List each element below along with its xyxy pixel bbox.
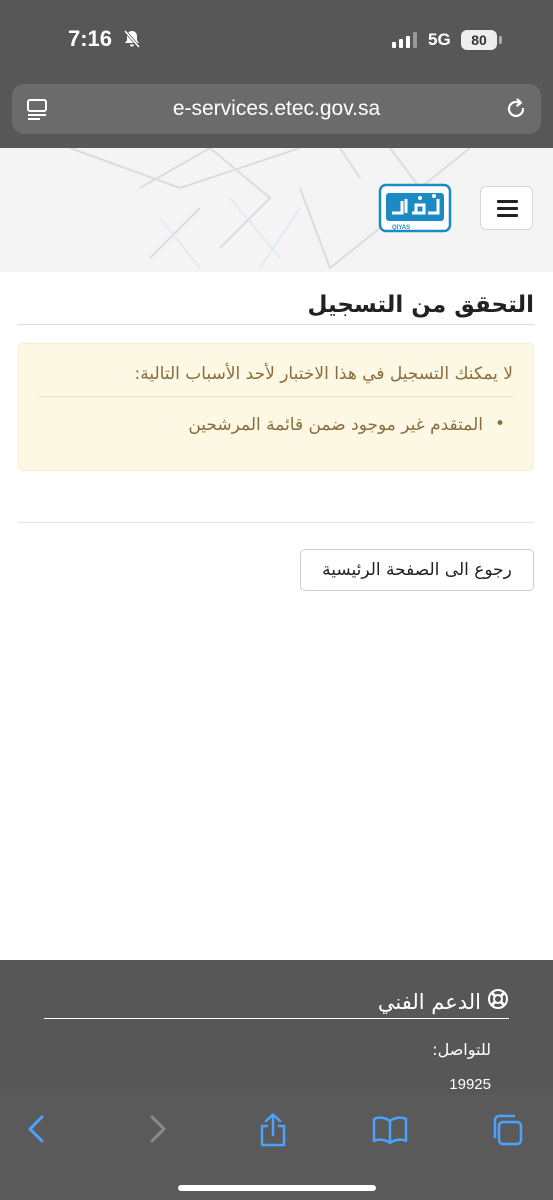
status-bar: 7:16 5G 80 bbox=[0, 0, 553, 76]
header-pattern bbox=[69, 148, 471, 270]
address-bar[interactable]: e-services.etec.gov.sa bbox=[12, 84, 541, 134]
forward-icon[interactable] bbox=[144, 1113, 170, 1149]
signal-icon bbox=[392, 32, 417, 48]
lifebuoy-icon bbox=[487, 988, 509, 1015]
battery-tip bbox=[499, 36, 502, 44]
page-title: التحقق من التسجيل bbox=[18, 292, 534, 325]
list-item: المتقدم غير موجود ضمن قائمة المرشحين bbox=[39, 414, 513, 435]
bell-slash-icon bbox=[122, 29, 142, 53]
divider bbox=[18, 522, 534, 523]
back-to-home-button[interactable]: رجوع الى الصفحة الرئيسية bbox=[300, 549, 534, 591]
site-header: QIYAS bbox=[0, 148, 553, 272]
reason-list: المتقدم غير موجود ضمن قائمة المرشحين bbox=[39, 414, 513, 435]
support-heading: الدعم الفني bbox=[378, 988, 509, 1015]
bookmarks-icon[interactable] bbox=[372, 1113, 408, 1149]
status-time: 7:16 bbox=[68, 26, 113, 51]
hamburger-icon[interactable] bbox=[480, 186, 533, 230]
reload-icon[interactable] bbox=[503, 96, 529, 126]
warning-alert: لا يمكنك التسجيل في هذا الاختبار لأحد ال… bbox=[18, 343, 534, 471]
back-icon[interactable] bbox=[24, 1113, 50, 1149]
share-icon[interactable] bbox=[256, 1113, 290, 1151]
home-indicator bbox=[178, 1185, 376, 1191]
tabs-icon[interactable] bbox=[490, 1113, 524, 1151]
battery-level: 80 bbox=[461, 30, 497, 50]
contact-label: للتواصل: bbox=[432, 1040, 491, 1059]
logo-text: QIYAS bbox=[392, 225, 410, 231]
main-content: التحقق من التسجيل لا يمكنك التسجيل في هذ… bbox=[18, 272, 534, 591]
support-underline bbox=[44, 1018, 509, 1019]
network-type: 5G bbox=[428, 30, 451, 49]
alert-message: لا يمكنك التسجيل في هذا الاختبار لأحد ال… bbox=[39, 364, 513, 397]
url-text[interactable]: e-services.etec.gov.sa bbox=[12, 97, 541, 121]
footer: الدعم الفني للتواصل: 19925 bbox=[0, 960, 553, 1095]
support-title: الدعم الفني bbox=[377, 989, 481, 1014]
browser-address-area: e-services.etec.gov.sa bbox=[0, 76, 553, 148]
qiyas-logo[interactable]: QIYAS bbox=[378, 183, 452, 235]
contact-number[interactable]: 19925 bbox=[449, 1076, 491, 1093]
